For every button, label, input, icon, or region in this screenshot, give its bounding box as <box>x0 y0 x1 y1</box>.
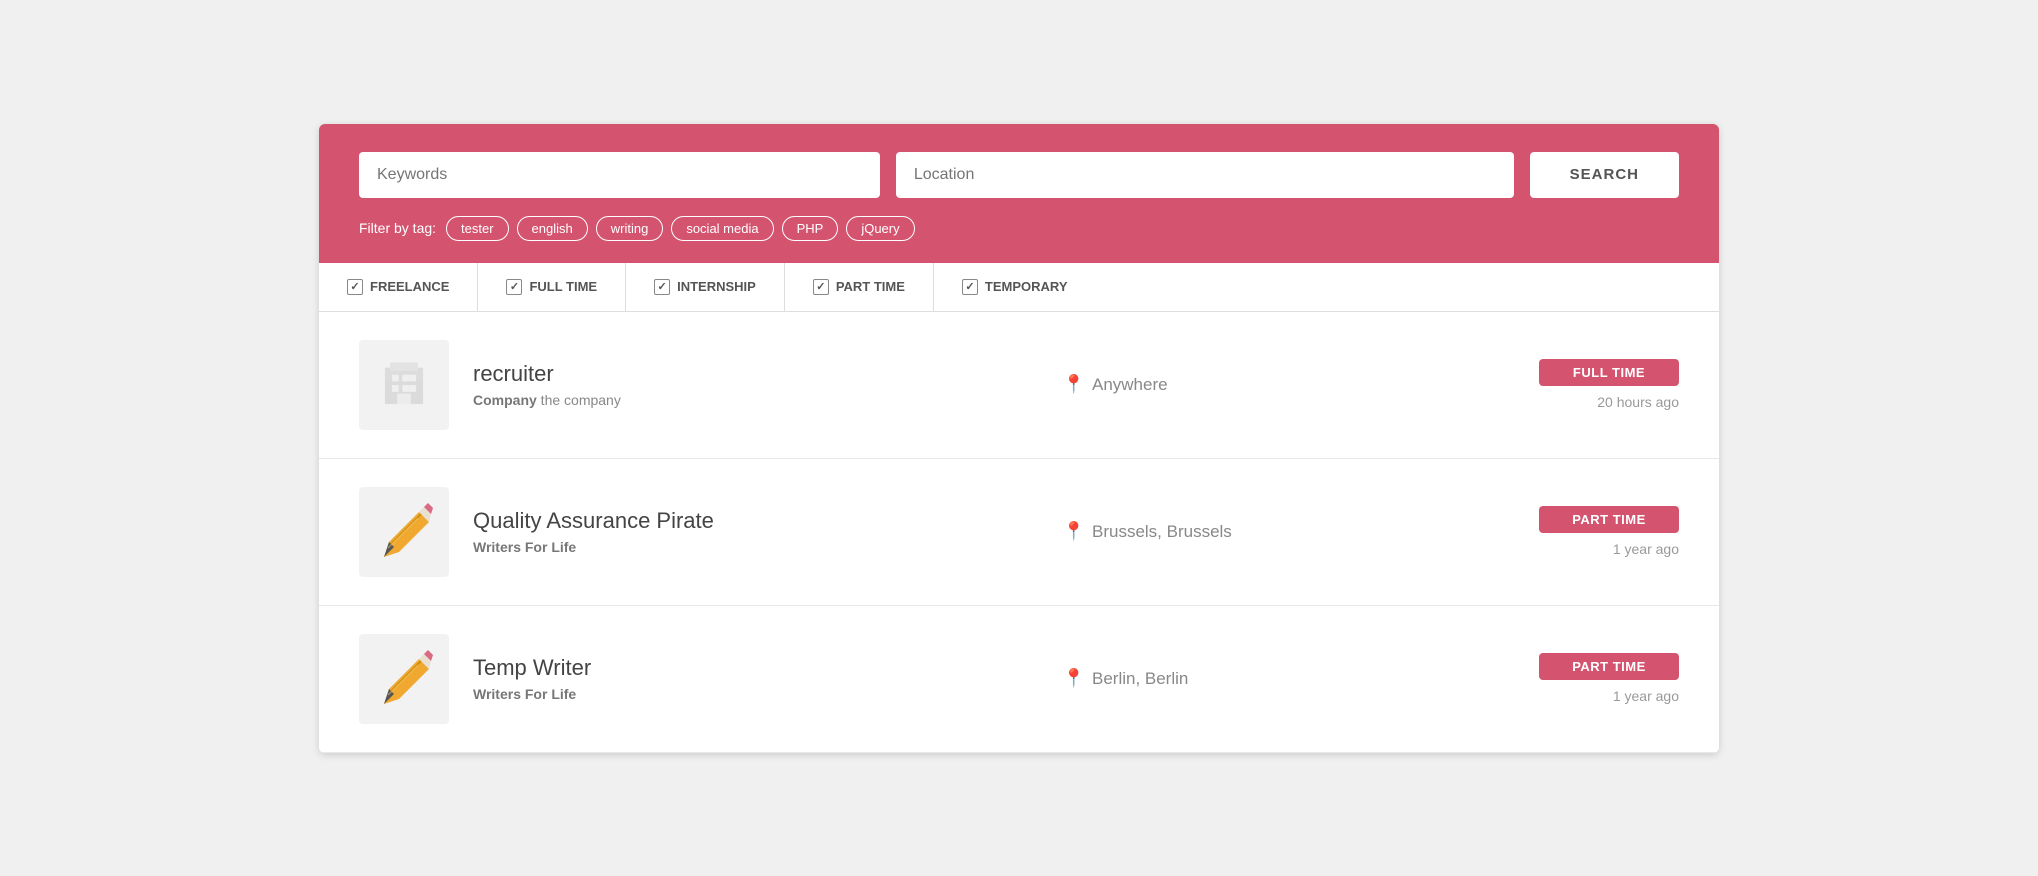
tag-button[interactable]: jQuery <box>846 216 914 241</box>
job-type-badge[interactable]: PART TIME <box>1539 653 1679 680</box>
job-company: Writers For Life <box>473 686 1039 702</box>
company-prefix: Company <box>473 392 537 408</box>
job-title: recruiter <box>473 361 1039 387</box>
job-info: Quality Assurance Pirate Writers For Lif… <box>473 508 1039 555</box>
search-header: SEARCH Filter by tag: tester english writi… <box>319 124 1719 263</box>
location-text: Brussels, Brussels <box>1092 522 1232 542</box>
job-logo <box>359 340 449 430</box>
location-pin-icon: 📍 <box>1063 668 1085 689</box>
location-pin-icon: 📍 <box>1063 374 1085 395</box>
job-title: Quality Assurance Pirate <box>473 508 1039 534</box>
job-time: 1 year ago <box>1613 541 1679 557</box>
job-time: 20 hours ago <box>1597 394 1679 410</box>
job-location: 📍 Anywhere <box>1063 374 1515 395</box>
job-company: Writers For Life <box>473 539 1039 555</box>
filter-type-part-time[interactable]: PART TIME <box>785 263 934 311</box>
job-meta: PART TIME 1 year ago <box>1539 653 1679 704</box>
checkbox-icon <box>506 279 522 295</box>
job-title: Temp Writer <box>473 655 1039 681</box>
job-logo <box>359 634 449 724</box>
filter-type-label: FREELANCE <box>370 279 449 294</box>
job-logo <box>359 487 449 577</box>
job-item[interactable]: Quality Assurance Pirate Writers For Lif… <box>319 459 1719 606</box>
tag-button[interactable]: writing <box>596 216 664 241</box>
job-time: 1 year ago <box>1613 688 1679 704</box>
location-text: Anywhere <box>1092 375 1168 395</box>
location-pin-icon: 📍 <box>1063 521 1085 542</box>
job-meta: FULL TIME 20 hours ago <box>1539 359 1679 410</box>
job-info: Temp Writer Writers For Life <box>473 655 1039 702</box>
filter-label: Filter by tag: <box>359 220 436 236</box>
search-row: SEARCH <box>359 152 1679 198</box>
keywords-input[interactable] <box>359 152 880 198</box>
checkbox-icon <box>347 279 363 295</box>
checkbox-icon <box>813 279 829 295</box>
tag-button[interactable]: tester <box>446 216 509 241</box>
search-button[interactable]: SEARCH <box>1530 152 1679 198</box>
filter-row: Filter by tag: tester english writing socia… <box>359 216 1679 241</box>
location-text: Berlin, Berlin <box>1092 669 1188 689</box>
job-type-badge[interactable]: PART TIME <box>1539 506 1679 533</box>
filter-type-label: TEMPORARY <box>985 279 1068 294</box>
company-name: Writers For Life <box>473 686 576 702</box>
tag-button[interactable]: social media <box>671 216 773 241</box>
tag-button[interactable]: english <box>517 216 588 241</box>
filter-type-freelance[interactable]: FREELANCE <box>319 263 478 311</box>
filter-type-label: INTERNSHIP <box>677 279 756 294</box>
checkbox-icon <box>962 279 978 295</box>
location-input[interactable] <box>896 152 1514 198</box>
company-name: Writers For Life <box>473 539 576 555</box>
job-info: recruiter Company the company <box>473 361 1039 408</box>
filter-type-temporary[interactable]: TEMPORARY <box>934 263 1096 311</box>
job-list: recruiter Company the company 📍 Anywhere… <box>319 312 1719 753</box>
filter-type-label: FULL TIME <box>529 279 597 294</box>
job-type-badge[interactable]: FULL TIME <box>1539 359 1679 386</box>
tag-button[interactable]: PHP <box>782 216 839 241</box>
job-item[interactable]: recruiter Company the company 📍 Anywhere… <box>319 312 1719 459</box>
job-location: 📍 Berlin, Berlin <box>1063 668 1515 689</box>
filter-type-internship[interactable]: INTERNSHIP <box>626 263 785 311</box>
tags-container: tester english writing social media PHP jQuer… <box>446 216 915 241</box>
job-item[interactable]: Temp Writer Writers For Life 📍 Berlin, B… <box>319 606 1719 753</box>
job-location: 📍 Brussels, Brussels <box>1063 521 1515 542</box>
filter-bar: FREELANCE FULL TIME INTERNSHIP PART TIME TEM… <box>319 263 1719 312</box>
job-company: Company the company <box>473 392 1039 408</box>
filter-type-label: PART TIME <box>836 279 905 294</box>
checkbox-icon <box>654 279 670 295</box>
filter-type-full-time[interactable]: FULL TIME <box>478 263 626 311</box>
job-meta: PART TIME 1 year ago <box>1539 506 1679 557</box>
main-container: SEARCH Filter by tag: tester english writi… <box>319 124 1719 753</box>
